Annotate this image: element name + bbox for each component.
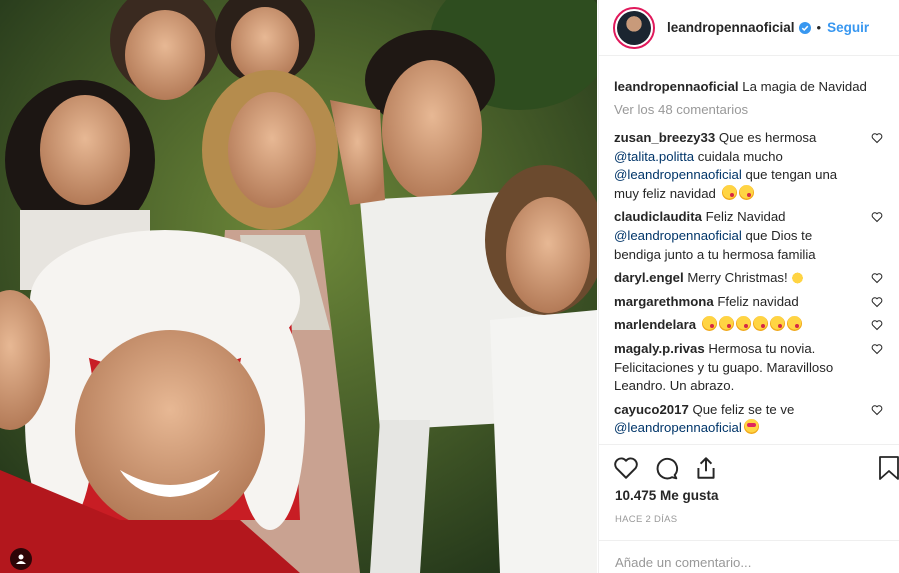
- share-icon[interactable]: [693, 455, 719, 486]
- add-comment-input[interactable]: Añade un comentario...: [599, 540, 899, 573]
- kiss-emoji-icon: [718, 316, 734, 332]
- comment-author[interactable]: daryl.engel: [614, 270, 684, 285]
- verified-badge-icon: [798, 21, 811, 34]
- comment-author[interactable]: claudiclaudita: [614, 209, 702, 224]
- comment-author[interactable]: marlendelara: [614, 317, 696, 332]
- kiss-emoji-icon: [735, 316, 751, 332]
- comment-author[interactable]: magaly.p.rivas: [614, 341, 705, 356]
- bookmark-icon[interactable]: [878, 455, 899, 486]
- comments-list: leandropennaoficial La magia de Navidad …: [599, 76, 899, 442]
- action-bar: [599, 444, 899, 488]
- comment-item: daryl.engel Merry Christmas!: [614, 269, 885, 288]
- kiss-emoji-icon: [721, 184, 737, 200]
- santa-emoji-icon: [789, 269, 805, 285]
- comment-like-heart-icon[interactable]: [871, 271, 883, 290]
- comment-text: Ffeliz navidad: [717, 293, 799, 309]
- kiss-emoji-icon: [769, 316, 785, 332]
- comment-author[interactable]: margarethmona: [614, 294, 714, 309]
- comment-like-heart-icon[interactable]: [871, 210, 883, 229]
- comment-item: marlendelara: [614, 316, 885, 335]
- comment-item: magaly.p.rivas Hermosa tu novia. Felicit…: [614, 340, 885, 396]
- separator-dot: •: [816, 20, 822, 35]
- user-tag-icon[interactable]: [10, 548, 32, 570]
- comment-like-heart-icon[interactable]: [871, 131, 883, 150]
- comment-item: claudiclaudita Feliz Navidad @leandropen…: [614, 208, 885, 264]
- heart-icon[interactable]: [613, 455, 639, 486]
- follow-button[interactable]: Seguir: [827, 20, 869, 35]
- kiss-emoji-icon: [752, 316, 768, 332]
- comment-author[interactable]: zusan_breezy33: [614, 130, 715, 145]
- comment-text: Que feliz se te ve: [692, 401, 795, 417]
- comment-item: cayuco2017 Que feliz se te ve @leandrope…: [614, 401, 885, 438]
- post-header: leandropennaoficial • Seguir: [599, 0, 899, 56]
- comment-icon[interactable]: [653, 455, 679, 486]
- comment-like-heart-icon[interactable]: [871, 342, 883, 361]
- caption-text: La magia de Navidad: [742, 79, 867, 94]
- comment-item: margarethmona Ffeliz navidad: [614, 293, 885, 312]
- comment-text: cuidala mucho: [694, 148, 783, 164]
- comment-mention[interactable]: @leandropennaoficial: [614, 420, 742, 435]
- comment-text: Que es hermosa: [718, 130, 817, 145]
- comment-author[interactable]: cayuco2017: [614, 402, 689, 417]
- post-side-panel: leandropennaoficial • Seguir leandropenn…: [598, 0, 899, 573]
- comment-like-heart-icon[interactable]: [871, 295, 883, 314]
- comment-mention[interactable]: @leandropennaoficial: [614, 167, 742, 182]
- comment-mention[interactable]: @talita.politta: [614, 149, 694, 164]
- post-caption: leandropennaoficial La magia de Navidad: [614, 76, 885, 98]
- comment-text: Merry Christmas!: [687, 270, 788, 286]
- caption-author[interactable]: leandropennaoficial: [614, 79, 739, 94]
- likes-count[interactable]: 10.475 Me gusta: [615, 488, 719, 503]
- selfie-group-photo: [0, 0, 597, 573]
- kiss-emoji-icon: [701, 316, 717, 332]
- avatar[interactable]: [613, 6, 655, 49]
- heart-eyes-emoji-icon: [743, 419, 759, 435]
- comment-mention[interactable]: @leandropennaoficial: [614, 228, 742, 243]
- comment-item: zusan_breezy33 Que es hermosa @talita.po…: [614, 129, 885, 203]
- comment-like-heart-icon[interactable]: [871, 318, 883, 337]
- kiss-emoji-icon: [786, 316, 802, 332]
- post-photo[interactable]: [0, 0, 597, 573]
- post-date[interactable]: HACE 2 DÍAS: [615, 514, 677, 525]
- comment-like-heart-icon[interactable]: [871, 403, 883, 422]
- kiss-emoji-icon: [738, 184, 754, 200]
- comment-text: Feliz Navidad: [705, 209, 786, 225]
- author-username[interactable]: leandropennaoficial: [667, 20, 795, 35]
- view-all-comments-link[interactable]: Ver los 48 comentarios: [614, 101, 885, 119]
